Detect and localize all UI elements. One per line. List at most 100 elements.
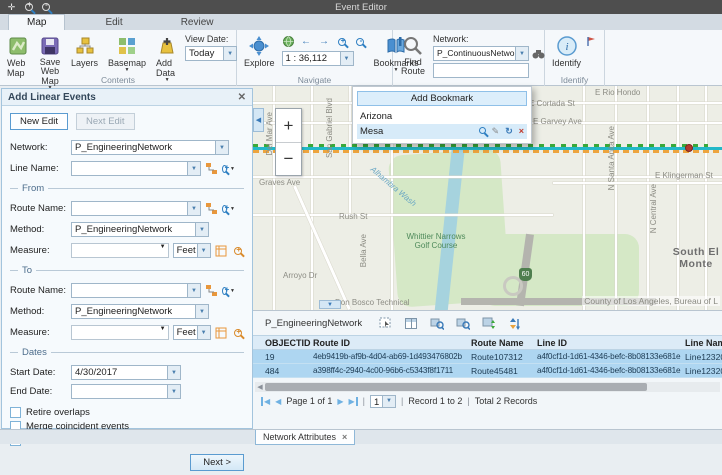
to-route-name-select[interactable]: ▼ bbox=[71, 283, 201, 298]
web-map-icon bbox=[7, 35, 29, 57]
tab-network-attributes[interactable]: Network Attributes × bbox=[255, 430, 355, 445]
explore-icon bbox=[248, 35, 270, 57]
measure-ruler-icon[interactable] bbox=[215, 326, 228, 339]
basemap-button[interactable]: Basemap ▼ bbox=[105, 33, 149, 74]
bookmark-refresh-icon[interactable]: ↻ bbox=[505, 127, 513, 136]
column-header[interactable]: Line Name bbox=[685, 338, 722, 348]
bookmark-zoom-icon[interactable] bbox=[479, 127, 486, 136]
chevron-down-icon: ▼ bbox=[160, 244, 168, 257]
retire-overlaps-option[interactable]: Retire overlaps bbox=[10, 407, 244, 418]
total-records: Total 2 Records bbox=[475, 396, 538, 406]
zoom-menu-icon[interactable]: +▼ bbox=[222, 284, 235, 297]
street-label: E Klingerman St bbox=[655, 171, 713, 180]
explore-button[interactable]: Explore bbox=[241, 33, 278, 70]
web-map-button[interactable]: Web Map bbox=[4, 33, 32, 80]
back-arrow-icon[interactable]: ← bbox=[300, 35, 313, 48]
attribute-table-icon[interactable] bbox=[404, 317, 418, 330]
zoom-in-icon[interactable]: + bbox=[336, 35, 349, 48]
zoom-menu-icon[interactable]: +▼ bbox=[222, 162, 235, 175]
forward-arrow-icon[interactable]: → bbox=[318, 35, 331, 48]
from-unit-select[interactable]: Feet ▼ bbox=[173, 243, 211, 258]
globe-icon[interactable] bbox=[282, 35, 295, 48]
zoom-to-selection-icon[interactable] bbox=[430, 317, 444, 330]
road-line bbox=[583, 86, 585, 310]
select-line-on-map-icon[interactable] bbox=[205, 162, 218, 175]
ribbon-group-find-route: Find Route Network: P_ContinuousNetwork … bbox=[393, 30, 545, 86]
add-bookmark-button[interactable]: Add Bookmark bbox=[357, 91, 527, 106]
from-measure-input[interactable]: ▼ bbox=[71, 243, 169, 258]
first-page-button[interactable]: ◀ bbox=[261, 397, 270, 406]
bookmark-edit-icon[interactable]: ✎ bbox=[492, 127, 500, 136]
from-method-select[interactable]: P_EngineeringNetwork ▼ bbox=[71, 222, 209, 237]
select-features-icon[interactable] bbox=[378, 317, 392, 330]
to-unit-select[interactable]: Feet ▼ bbox=[173, 325, 211, 340]
tab-edit[interactable]: Edit bbox=[87, 14, 140, 30]
checkbox[interactable] bbox=[10, 407, 21, 418]
column-header[interactable]: Route Name bbox=[471, 338, 537, 348]
collapse-panel-button[interactable]: ◀ bbox=[253, 108, 264, 132]
to-measure-input[interactable]: ▼ bbox=[71, 325, 169, 340]
horizontal-scrollbar[interactable]: ◀ bbox=[255, 382, 720, 392]
collapse-table-button[interactable]: ▼ bbox=[319, 300, 341, 309]
group-label-identify: Identify bbox=[545, 75, 604, 85]
zoom-icon[interactable]: + bbox=[231, 244, 244, 257]
tab-review[interactable]: Review bbox=[163, 14, 232, 30]
table-row[interactable]: 19 4eb9419b-af9b-4d04-ab69-1d493476802b … bbox=[253, 350, 722, 364]
select-route-on-map-icon[interactable] bbox=[205, 202, 218, 215]
find-route-input[interactable] bbox=[433, 63, 529, 78]
last-page-button[interactable]: ▶ bbox=[349, 397, 358, 406]
scroll-left-icon[interactable]: ◀ bbox=[255, 383, 265, 391]
close-icon[interactable]: ✕ bbox=[238, 92, 246, 103]
network-label: Network: bbox=[433, 34, 545, 44]
scrollbar-thumb[interactable] bbox=[265, 383, 647, 391]
new-edit-button[interactable]: New Edit bbox=[10, 113, 68, 130]
find-route-button[interactable]: Find Route bbox=[398, 33, 428, 79]
page-number-select[interactable]: 1 ▼ bbox=[370, 395, 396, 408]
sort-icon[interactable] bbox=[508, 317, 522, 330]
switch-selection-icon[interactable] bbox=[482, 317, 496, 330]
view-date-select[interactable]: Today ▼ bbox=[185, 46, 237, 61]
street-label: N Central Ave bbox=[649, 184, 658, 233]
measure-ruler-icon[interactable] bbox=[215, 244, 228, 257]
identify-button[interactable]: i Identify bbox=[549, 33, 584, 70]
network-select[interactable]: P_EngineeringNetwork ▼ bbox=[71, 140, 229, 155]
street-label: Bella Ave bbox=[359, 234, 368, 267]
identify-icon: i bbox=[556, 35, 578, 57]
group-label-contents: Contents bbox=[0, 75, 236, 85]
next-page-button[interactable]: ▶ bbox=[337, 397, 343, 406]
bookmark-delete-icon[interactable]: × bbox=[519, 127, 524, 136]
map-scale-select[interactable]: 1 : 36,112 ▼ bbox=[282, 51, 354, 66]
binoculars-icon[interactable] bbox=[532, 47, 545, 60]
map-zoom-out-button[interactable]: − bbox=[276, 142, 301, 175]
start-date-label: Start Date: bbox=[10, 367, 67, 378]
close-tab-icon[interactable]: × bbox=[342, 432, 347, 442]
table-row[interactable]: 484 a398ff4c-2940-4c00-96b6-c5343f8f1711… bbox=[253, 364, 722, 378]
bookmark-item-mesa[interactable]: Mesa ✎ ↻ × bbox=[357, 124, 527, 139]
network-select[interactable]: P_ContinuousNetwork ▼ bbox=[433, 46, 529, 61]
next-edit-button[interactable]: Next Edit bbox=[76, 113, 135, 130]
column-header[interactable]: OBJECTID bbox=[265, 338, 313, 348]
start-date-input[interactable]: 4/30/2017 ▼ bbox=[71, 365, 181, 380]
to-method-select[interactable]: P_EngineeringNetwork ▼ bbox=[71, 304, 209, 319]
column-header[interactable]: Route ID bbox=[313, 338, 471, 348]
select-route-on-map-icon[interactable] bbox=[205, 284, 218, 297]
end-date-input[interactable]: ▼ bbox=[71, 384, 181, 399]
ribbon-group-navigate: Explore ← → + - 1 : 36,112 ▼ Bookmark bbox=[237, 30, 393, 86]
route-point-marker[interactable] bbox=[685, 144, 693, 152]
flag-icon[interactable] bbox=[584, 35, 597, 48]
bookmark-item-arizona[interactable]: Arizona bbox=[357, 109, 527, 124]
group-label-navigate: Navigate bbox=[237, 75, 392, 85]
tab-map[interactable]: Map bbox=[8, 14, 65, 30]
next-button[interactable]: Next > bbox=[190, 454, 244, 471]
map-zoom-in-button[interactable]: + bbox=[276, 109, 301, 142]
layers-button[interactable]: Layers bbox=[68, 33, 101, 70]
line-name-select[interactable]: ▼ bbox=[71, 161, 201, 176]
zoom-menu-icon[interactable]: +▼ bbox=[222, 202, 235, 215]
zoom-to-feature-icon[interactable] bbox=[456, 317, 470, 330]
column-header[interactable]: Line ID bbox=[537, 338, 685, 348]
prev-page-button[interactable]: ◀ bbox=[275, 397, 281, 406]
golf-course-label: Whittier Narrows Golf Course bbox=[405, 232, 467, 250]
zoom-out-icon[interactable]: - bbox=[354, 35, 367, 48]
zoom-icon[interactable]: + bbox=[231, 326, 244, 339]
from-route-name-select[interactable]: ▼ bbox=[71, 201, 201, 216]
